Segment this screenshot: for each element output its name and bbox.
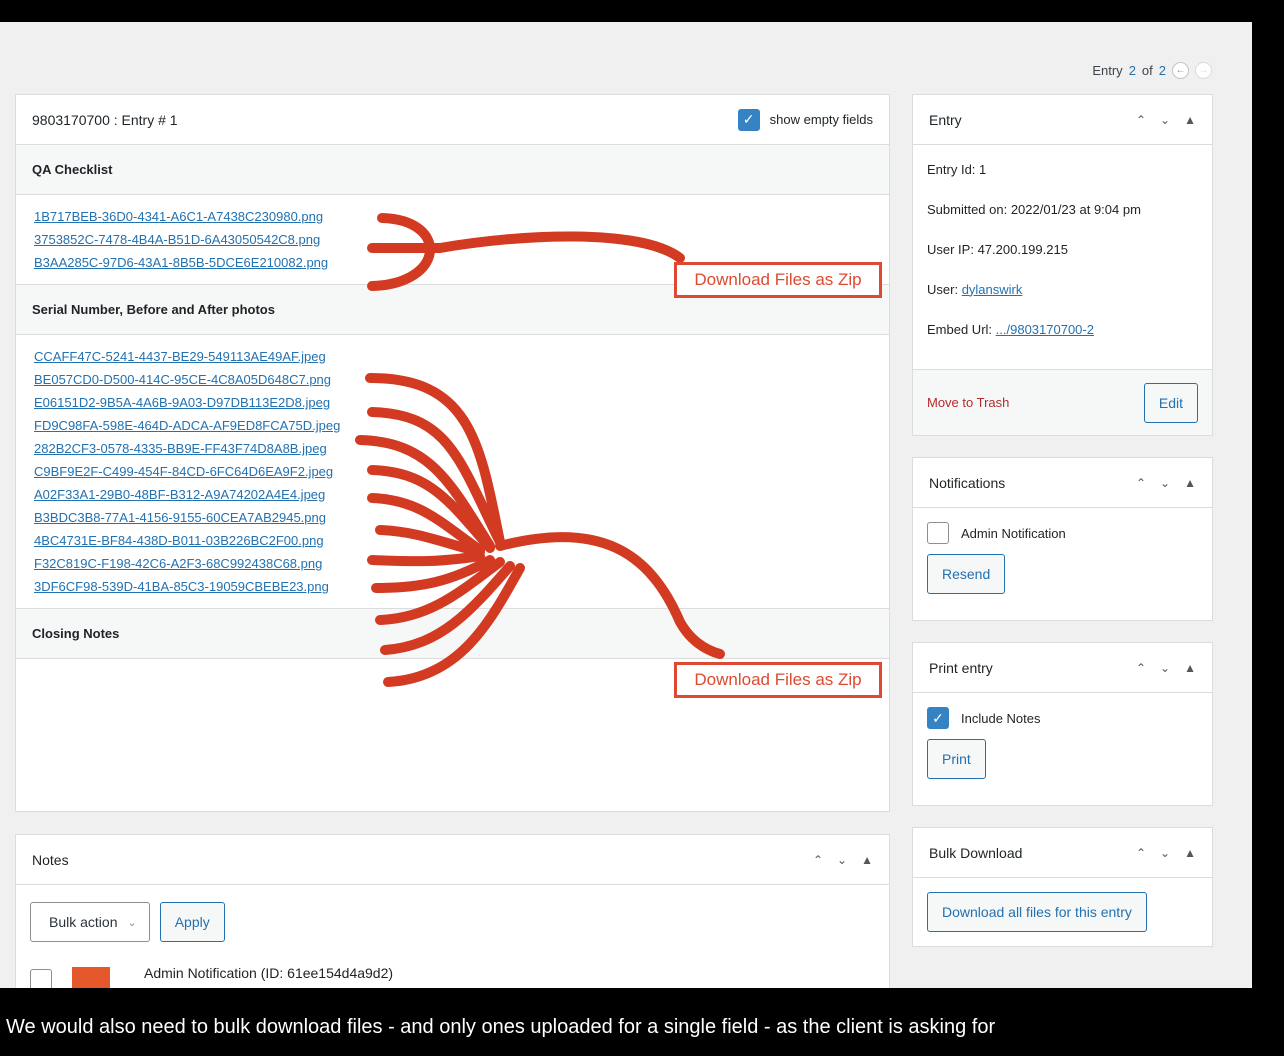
note-checkbox[interactable] — [30, 969, 52, 988]
show-empty-fields-toggle[interactable]: ✓ show empty fields — [737, 108, 873, 131]
notes-title: Notes — [32, 851, 69, 868]
entry-panel-controls: ⌃ ⌄ ▲ — [1136, 113, 1196, 127]
file-link[interactable]: 3753852C-7478-4B4A-B51D-6A43050542C8.png — [34, 228, 871, 251]
entry-title: 9803170700 : Entry # 1 — [32, 111, 178, 128]
admin-notification-label: Admin Notification — [961, 525, 1066, 541]
pager-of: of — [1141, 63, 1153, 78]
user-label: User: — [927, 281, 959, 297]
print-entry-panel: Print entry ⌃ ⌄ ▲ ✓ Include Notes Print — [912, 642, 1213, 806]
embed-label: Embed Url: — [927, 321, 993, 337]
bulk-download-title: Bulk Download — [929, 844, 1023, 861]
file-link[interactable]: 3DF6CF98-539D-41BA-85C3-19059CBEBE23.png — [34, 575, 871, 598]
include-notes-checkbox[interactable]: ✓ — [927, 707, 949, 729]
entry-info-panel: Entry ⌃ ⌄ ▲ Entry Id: 1 Submitted on: 20… — [912, 94, 1213, 436]
screenshot-caption: We would also need to bulk download file… — [6, 1016, 996, 1038]
user-link[interactable]: dylanswirk — [962, 282, 1023, 297]
note-avatar-icon — [72, 967, 110, 988]
notifications-title: Notifications — [929, 474, 1006, 491]
user-row: User: dylanswirk — [913, 269, 1212, 309]
file-link[interactable]: CCAFF47C-5241-4437-BE29-549113AE49AF.jpe… — [34, 345, 871, 368]
collapse-icon[interactable]: ▲ — [1184, 476, 1196, 490]
move-down-icon[interactable]: ⌄ — [1160, 661, 1170, 675]
print-entry-title: Print entry — [929, 659, 993, 676]
entry-pager: Entry 2 of 2 ← → — [1092, 62, 1212, 79]
download-all-files-button[interactable]: Download all files for this entry — [927, 892, 1147, 932]
include-notes-label: Include Notes — [961, 710, 1041, 726]
entry-info-title: Entry — [929, 111, 962, 128]
file-link[interactable]: A02F33A1-29B0-48BF-B312-A9A74202A4E4.jpe… — [34, 483, 871, 506]
move-to-trash-link[interactable]: Move to Trash — [927, 395, 1009, 410]
prev-entry-icon[interactable]: ← — [1172, 62, 1189, 79]
entry-details-header: 9803170700 : Entry # 1 ✓ show empty fiel… — [16, 95, 889, 145]
bulk-action-select[interactable]: Bulk action ⌄ — [30, 902, 150, 942]
serial-photos-files: CCAFF47C-5241-4437-BE29-549113AE49AF.jpe… — [16, 335, 889, 609]
notes-panel: Notes ⌃ ⌄ ▲ Bulk action ⌄ Apply Admin No… — [15, 834, 890, 988]
bulk-panel-controls: ⌃ ⌄ ▲ — [1136, 846, 1196, 860]
apply-button[interactable]: Apply — [159, 902, 225, 942]
collapse-icon[interactable]: ▲ — [1184, 846, 1196, 860]
next-entry-icon[interactable]: → — [1195, 62, 1212, 79]
chevron-down-icon: ⌄ — [127, 916, 137, 929]
note-row: Admin Notification (ID: 61ee154d4a9d2) — [30, 965, 393, 988]
move-up-icon[interactable]: ⌃ — [1136, 476, 1146, 490]
move-down-icon[interactable]: ⌄ — [1160, 476, 1170, 490]
embed-url-row: Embed Url: .../9803170700-2 — [913, 309, 1212, 349]
notifications-panel-controls: ⌃ ⌄ ▲ — [1136, 476, 1196, 490]
file-link[interactable]: F32C819C-F198-42C6-A2F3-68C992438C68.png — [34, 552, 871, 575]
admin-screen: Entry 2 of 2 ← → 9803170700 : Entry # 1 … — [0, 22, 1252, 988]
bulk-download-panel: Bulk Download ⌃ ⌄ ▲ Download all files f… — [912, 827, 1213, 947]
move-down-icon[interactable]: ⌄ — [1160, 846, 1170, 860]
print-entry-header: Print entry ⌃ ⌄ ▲ — [913, 643, 1212, 693]
notifications-panel: Notifications ⌃ ⌄ ▲ Admin Notification R… — [912, 457, 1213, 621]
file-link[interactable]: B3BDC3B8-77A1-4156-9155-60CEA7AB2945.png — [34, 506, 871, 529]
section-header-closing-notes: Closing Notes — [16, 609, 889, 659]
embed-link[interactable]: .../9803170700-2 — [996, 322, 1094, 337]
include-notes-option[interactable]: ✓ Include Notes — [913, 693, 1212, 729]
bulk-download-header: Bulk Download ⌃ ⌄ ▲ — [913, 828, 1212, 878]
collapse-icon[interactable]: ▲ — [1184, 113, 1196, 127]
file-link[interactable]: E06151D2-9B5A-4A6B-9A03-D97DB113E2D8.jpe… — [34, 391, 871, 414]
file-link[interactable]: C9BF9E2F-C499-454F-84CD-6FC64D6EA9F2.jpe… — [34, 460, 871, 483]
section-header-qa-checklist: QA Checklist — [16, 145, 889, 195]
pager-total: 2 — [1158, 63, 1166, 78]
print-button[interactable]: Print — [927, 739, 986, 779]
file-link[interactable]: FD9C98FA-598E-464D-ADCA-AF9ED8FCA75D.jpe… — [34, 414, 871, 437]
entry-details-panel: 9803170700 : Entry # 1 ✓ show empty fiel… — [15, 94, 890, 812]
submitted-on: Submitted on: 2022/01/23 at 9:04 pm — [927, 201, 1141, 217]
download-zip-button-photos[interactable]: Download Files as Zip — [674, 662, 882, 698]
show-empty-label: show empty fields — [769, 112, 873, 127]
entry-actions: Move to Trash Edit — [913, 369, 1212, 435]
pager-label: Entry — [1092, 63, 1123, 78]
move-down-icon[interactable]: ⌄ — [1160, 113, 1170, 127]
user-ip: User IP: 47.200.199.215 — [927, 241, 1068, 257]
file-link[interactable]: 4BC4731E-BF84-438D-B011-03B226BC2F00.png — [34, 529, 871, 552]
move-up-icon[interactable]: ⌃ — [813, 853, 823, 867]
notes-header: Notes ⌃ ⌄ ▲ — [16, 835, 889, 885]
resend-button[interactable]: Resend — [927, 554, 1006, 594]
file-link[interactable]: BE057CD0-D500-414C-95CE-4C8A05D648C7.png — [34, 368, 871, 391]
move-down-icon[interactable]: ⌄ — [837, 853, 847, 867]
pager-current: 2 — [1128, 63, 1136, 78]
entry-info-header: Entry ⌃ ⌄ ▲ — [913, 95, 1212, 145]
edit-button[interactable]: Edit — [1143, 382, 1198, 423]
entry-id: Entry Id: 1 — [927, 161, 987, 177]
admin-notification-checkbox[interactable] — [927, 522, 949, 544]
move-up-icon[interactable]: ⌃ — [1136, 846, 1146, 860]
bulk-action-label: Bulk action — [49, 914, 118, 930]
notifications-header: Notifications ⌃ ⌄ ▲ — [913, 458, 1212, 508]
note-title: Admin Notification (ID: 61ee154d4a9d2) — [144, 965, 394, 981]
admin-notification-option[interactable]: Admin Notification — [913, 508, 1212, 544]
notes-toolbar: Bulk action ⌄ Apply — [16, 885, 889, 942]
collapse-icon[interactable]: ▲ — [1184, 661, 1196, 675]
show-empty-checkbox[interactable]: ✓ — [737, 108, 760, 131]
move-up-icon[interactable]: ⌃ — [1136, 661, 1146, 675]
download-zip-button-qa[interactable]: Download Files as Zip — [674, 262, 882, 298]
collapse-icon[interactable]: ▲ — [861, 853, 873, 867]
file-link[interactable]: 1B717BEB-36D0-4341-A6C1-A7438C230980.png — [34, 205, 871, 228]
print-panel-controls: ⌃ ⌄ ▲ — [1136, 661, 1196, 675]
move-up-icon[interactable]: ⌃ — [1136, 113, 1146, 127]
file-link[interactable]: 282B2CF3-0578-4335-BB9E-FF43F74D8A8B.jpe… — [34, 437, 871, 460]
notes-panel-controls: ⌃ ⌄ ▲ — [813, 853, 873, 867]
